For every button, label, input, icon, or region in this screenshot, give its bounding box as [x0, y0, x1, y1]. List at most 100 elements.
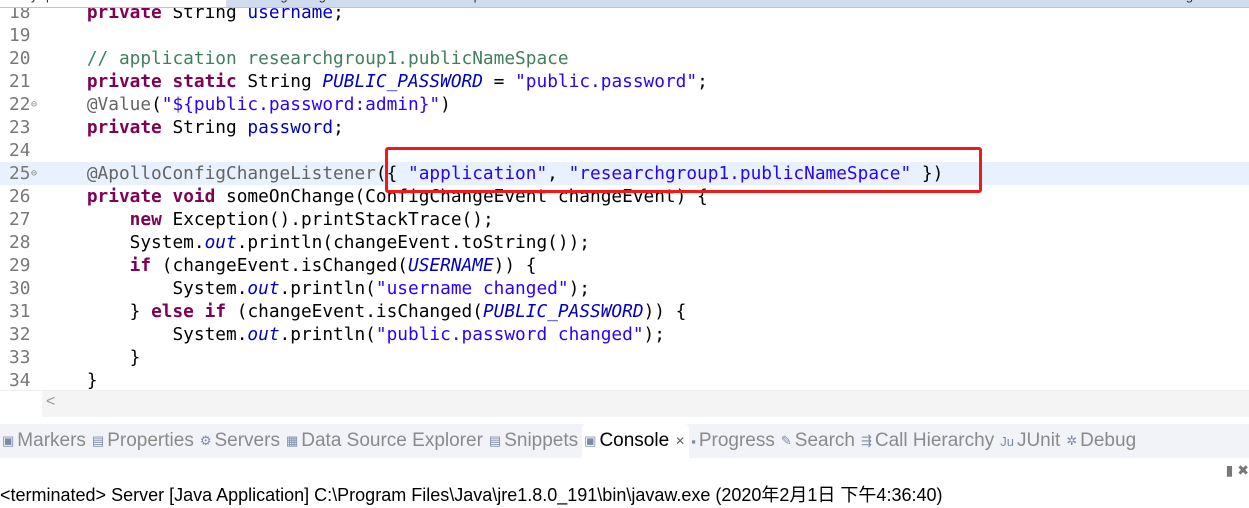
view-tab-call-hierarchy[interactable]: ⇶ Call Hierarchy [859, 424, 998, 458]
code-token: .println( [279, 324, 376, 345]
view-tab-label: JUnit [1016, 430, 1061, 451]
code-editor[interactable]: 18 private String username; 19 20 // appli… [0, 8, 1249, 390]
line-number: 23 [9, 117, 31, 138]
view-tab-console[interactable]: ▣ Console ✕ [582, 424, 690, 458]
code-token: "${public.password:admin}" [161, 94, 441, 115]
view-tab-bar: ▣ Markers ▤ Properties ⚙ Servers ▦ Data Source … [0, 424, 1249, 458]
code-token: System. [44, 232, 205, 253]
properties-icon: ▤ [91, 433, 105, 448]
code-token: ; [333, 117, 344, 138]
code-line[interactable]: 31 } else if (changeEvent.isChanged(PUBL… [0, 300, 1249, 323]
view-tab-label: Data Source Explorer [301, 430, 483, 451]
code-line[interactable]: 30 System.out.println("username changed"… [0, 277, 1249, 300]
code-text: } else if (changeEvent.isChanged(PUBLIC_… [44, 300, 687, 323]
scrollbar-track[interactable] [42, 391, 1249, 417]
code-token: (changeEvent.isChanged( [151, 255, 409, 276]
code-line[interactable]: 29 if (changeEvent.isChanged(USERNAME)) … [0, 254, 1249, 277]
code-token: = [482, 71, 516, 92]
code-token: out [247, 278, 280, 299]
code-line[interactable]: 20 // application researchgroup1.publicN… [0, 47, 1249, 70]
code-line[interactable]: 21 private static String PUBLIC_PASSWORD… [0, 70, 1249, 93]
code-line[interactable]: 19 [0, 24, 1249, 47]
line-number: 19 [9, 25, 31, 46]
code-token: Exception().printStackTrace(); [161, 209, 494, 230]
code-text: private String password; [44, 116, 344, 139]
code-token: static [172, 71, 237, 92]
code-line[interactable]: 22 ⊖ @Value("${public.password:admin}") [0, 93, 1249, 116]
code-token: out [247, 324, 280, 345]
line-number: 31 [9, 301, 31, 322]
line-number: 18 [9, 8, 31, 23]
line-number: 24 [9, 140, 31, 161]
code-text: } [44, 346, 141, 369]
view-tab-snippets[interactable]: ▤ Snippets [487, 424, 582, 458]
code-token: "public.password changed" [375, 324, 644, 345]
editor-tab[interactable]: ConfigChang... [250, 0, 337, 7]
console-icon: ▣ [584, 433, 597, 448]
code-line[interactable]: 32 System.out.println("public.password c… [0, 323, 1249, 346]
code-text: private static String PUBLIC_PASSWORD = … [44, 70, 708, 93]
editor-tab[interactable]: MyApolloConfi... [0, 0, 226, 7]
servers-icon: ⚙ [199, 433, 212, 448]
code-token: ); [568, 278, 591, 299]
view-tab-search[interactable]: ✎ Search [779, 424, 859, 458]
code-token: if [204, 301, 227, 322]
console-toolbar: ▮ ✖ [1226, 462, 1249, 479]
view-tab-junit[interactable]: Ju JUnit [998, 424, 1064, 458]
code-token: System. [44, 278, 248, 299]
editor-tab[interactable]: ApolloAnnotati... [465, 0, 560, 7]
view-tab-label: Servers [214, 430, 280, 451]
code-line[interactable]: 33 } [0, 346, 1249, 369]
code-token: private [86, 186, 162, 207]
view-tab-properties[interactable]: ▤ Properties [90, 424, 198, 458]
code-token: else [151, 301, 194, 322]
code-text: private String username; [44, 8, 344, 24]
view-tab-data-source-explorer[interactable]: ▦ Data Source Explorer [284, 424, 487, 458]
code-token: )) { [493, 255, 537, 276]
code-token: USERNAME [408, 255, 494, 276]
code-token: (changeEvent.isChanged( [226, 301, 483, 322]
scroll-left-icon[interactable]: < [46, 393, 55, 411]
view-tab-servers[interactable]: ⚙ Servers [198, 424, 284, 458]
close-icon[interactable]: ✕ [675, 434, 685, 448]
fold-icon[interactable]: ⊖ [31, 162, 37, 185]
editor-tab[interactable]: AbstractConfi... [680, 0, 769, 7]
code-line[interactable]: 27 new Exception().printStackTrace(); [0, 208, 1249, 231]
code-line[interactable]: 18 private String username; [0, 8, 1249, 24]
code-token: private [86, 8, 162, 23]
horizontal-scrollbar[interactable]: < [0, 390, 1249, 417]
code-text: // application researchgroup1.publicName… [44, 47, 569, 70]
code-line[interactable]: 28 System.out.println(changeEvent.toStri… [0, 231, 1249, 254]
view-tab-debug[interactable]: ✲ Debug [1064, 424, 1140, 458]
code-token: ) [440, 94, 451, 115]
view-tab-label: Markers [17, 430, 86, 451]
code-token: String [236, 71, 323, 92]
code-line[interactable]: 34 } [0, 369, 1249, 390]
snippets-icon: ▤ [488, 433, 502, 448]
code-text: } [44, 369, 98, 390]
highlight-annotation-box [385, 147, 982, 193]
view-tab-markers[interactable]: ▣ Markers [0, 424, 90, 458]
code-token: new [129, 209, 162, 230]
fold-icon[interactable]: ⊖ [31, 93, 37, 116]
line-number: 32 [9, 324, 31, 345]
code-token: void [172, 186, 216, 207]
view-tab-progress[interactable]: ▪ Progress [689, 424, 779, 458]
line-number: 33 [9, 347, 31, 368]
console-status: <terminated> Server [Java Application] C… [0, 485, 943, 505]
terminate-icon[interactable]: ▮ [1226, 462, 1234, 478]
view-tab-label: Console [599, 430, 670, 451]
editor-tab[interactable]: DefaultConfi... [895, 0, 977, 7]
line-number: 34 [9, 370, 31, 390]
remove-launch-icon[interactable]: ✖ [1237, 462, 1249, 478]
view-tab-label: Debug [1080, 430, 1137, 451]
editor-tab[interactable]: RemoteConfig... [1110, 0, 1204, 7]
line-number: 26 [9, 186, 31, 207]
code-line[interactable]: 23 private String password; [0, 116, 1249, 139]
code-text: System.out.println(changeEvent.toString(… [44, 231, 590, 254]
